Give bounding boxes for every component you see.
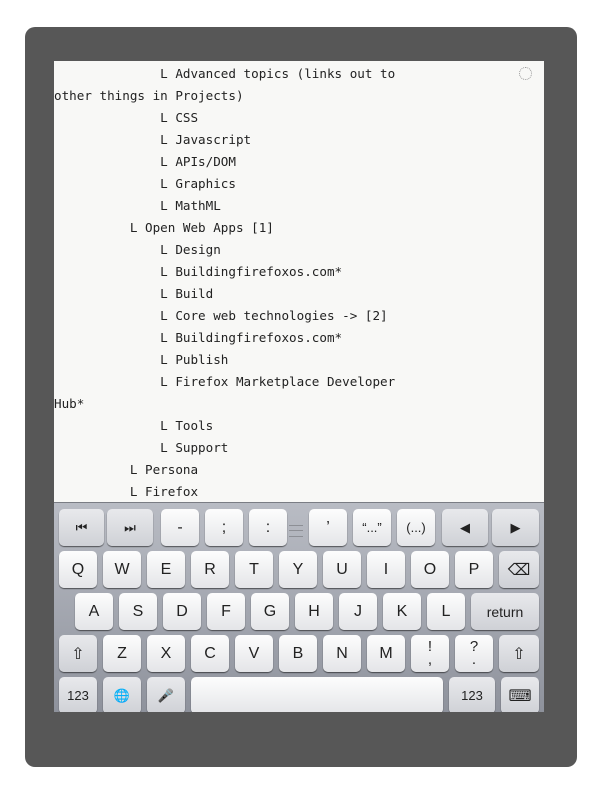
key-m[interactable]: M (367, 635, 405, 672)
key-f[interactable]: F (207, 593, 245, 630)
text-line[interactable]: L Design (54, 239, 221, 260)
key-q[interactable]: Q (59, 551, 97, 588)
apostrophe-key[interactable]: ’ (309, 509, 347, 546)
text-line[interactable]: L Graphics (54, 173, 236, 194)
document-editor[interactable]: L Advanced topics (links out to other th… (54, 61, 544, 502)
semicolon-key[interactable]: ; (205, 509, 243, 546)
key-w[interactable]: W (103, 551, 141, 588)
text-line[interactable]: other things in Projects) (54, 85, 244, 106)
space-bar[interactable] (191, 677, 443, 712)
sync-spinner-icon (519, 67, 532, 80)
key-c[interactable]: C (191, 635, 229, 672)
key-k[interactable]: K (383, 593, 421, 630)
key-v[interactable]: V (235, 635, 273, 672)
key-d[interactable]: D (163, 593, 201, 630)
key-e[interactable]: E (147, 551, 185, 588)
text-line[interactable]: L Open Web Apps [1] (54, 217, 274, 238)
text-line[interactable]: L Tools (54, 415, 213, 436)
dash-key[interactable]: - (161, 509, 199, 546)
key-o[interactable]: O (411, 551, 449, 588)
text-line[interactable]: L Javascript (54, 129, 251, 150)
period-label: . (471, 651, 477, 668)
text-line[interactable]: L Firefox (54, 481, 198, 502)
globe-icon[interactable]: 🌐 (103, 677, 141, 712)
exclamation-comma-key[interactable]: ! , (411, 635, 449, 672)
text-line[interactable]: L Buildingfirefoxos.com* (54, 327, 342, 348)
text-line[interactable]: L MathML (54, 195, 221, 216)
key-p[interactable]: P (455, 551, 493, 588)
text-line[interactable]: L Build (54, 283, 213, 304)
key-t[interactable]: T (235, 551, 273, 588)
text-line[interactable]: L Buildingfirefoxos.com* (54, 261, 342, 282)
key-n[interactable]: N (323, 635, 361, 672)
arrow-right-key[interactable]: ▶ (492, 509, 539, 546)
text-line[interactable]: L CSS (54, 107, 198, 128)
numbers-key-right[interactable]: 123 (449, 677, 495, 712)
key-y[interactable]: Y (279, 551, 317, 588)
shift-left-key[interactable]: ⇧ (59, 635, 97, 672)
hide-keyboard-icon[interactable]: ⌨ (501, 677, 539, 712)
text-line[interactable]: L Firefox Marketplace Developer (54, 371, 395, 392)
shift-right-key[interactable]: ⇧ (499, 635, 539, 672)
cursor-end-key[interactable]: ⏭ (107, 509, 153, 546)
key-u[interactable]: U (323, 551, 361, 588)
return-key[interactable]: return (471, 593, 539, 630)
key-g[interactable]: G (251, 593, 289, 630)
key-h[interactable]: H (295, 593, 333, 630)
key-b[interactable]: B (279, 635, 317, 672)
key-i[interactable]: I (367, 551, 405, 588)
backspace-key[interactable]: ⌫ (499, 551, 539, 588)
key-a[interactable]: A (75, 593, 113, 630)
text-line[interactable]: L Advanced topics (links out to (54, 63, 395, 84)
key-z[interactable]: Z (103, 635, 141, 672)
key-j[interactable]: J (339, 593, 377, 630)
colon-key[interactable]: : (249, 509, 287, 546)
numbers-key[interactable]: 123 (59, 677, 97, 712)
key-s[interactable]: S (119, 593, 157, 630)
screen: L Advanced topics (links out to other th… (54, 61, 544, 712)
text-line[interactable]: L Publish (54, 349, 228, 370)
text-line[interactable]: Hub* (54, 393, 84, 414)
key-r[interactable]: R (191, 551, 229, 588)
quotes-key[interactable]: “...” (353, 509, 391, 546)
cursor-start-key[interactable]: ⏮ (59, 509, 104, 546)
key-x[interactable]: X (147, 635, 185, 672)
text-line[interactable]: L APIs/DOM (54, 151, 236, 172)
comma-label: , (427, 651, 433, 668)
text-line[interactable]: L Persona (54, 459, 198, 480)
microphone-icon[interactable]: 🎤 (147, 677, 185, 712)
on-screen-keyboard: ⏮ ⏭ - ; : ’ “...” (...) ◀ ▶ Q W E R T Y … (54, 502, 544, 712)
arrow-left-key[interactable]: ◀ (442, 509, 488, 546)
text-line[interactable]: L Core web technologies -> [2] (54, 305, 387, 326)
question-period-key[interactable]: ? . (455, 635, 493, 672)
text-line[interactable]: L Support (54, 437, 228, 458)
parentheses-key[interactable]: (...) (397, 509, 435, 546)
key-l[interactable]: L (427, 593, 465, 630)
keyboard-grip-icon (289, 525, 303, 537)
